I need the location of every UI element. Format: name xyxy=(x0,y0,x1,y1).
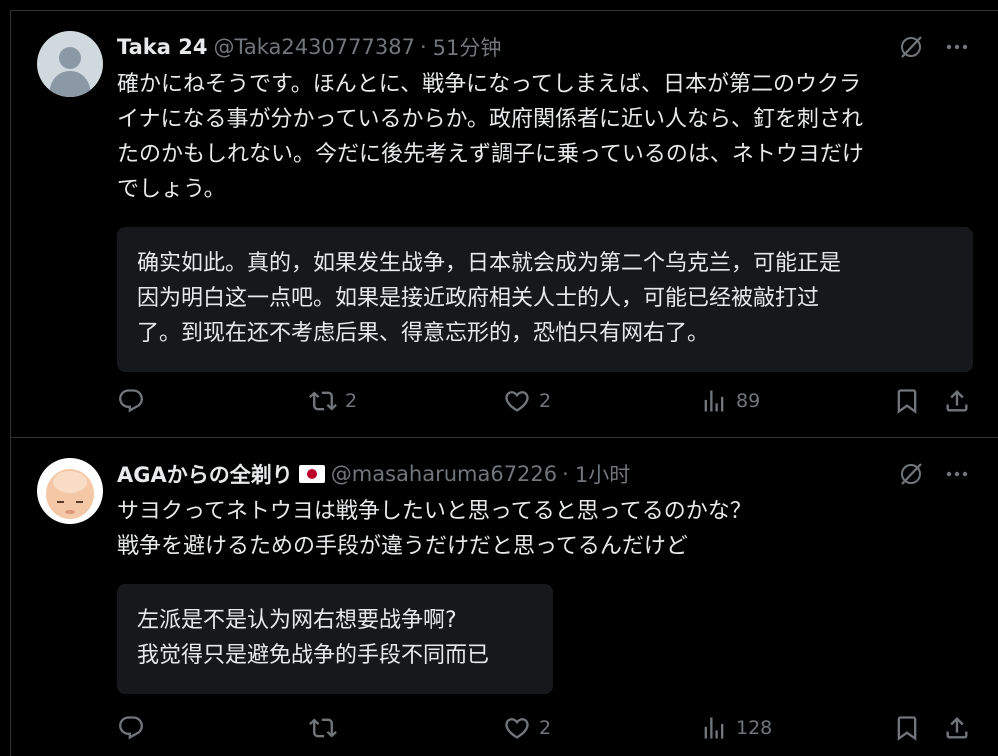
post[interactable]: AGAからの全剃り @masaharuma67226 · 1小时 サヨクってネト… xyxy=(11,438,998,756)
bookmark-icon xyxy=(897,716,917,741)
separator: · xyxy=(562,462,569,486)
timestamp[interactable]: 1小时 xyxy=(575,459,630,489)
like-count: 2 xyxy=(539,717,552,739)
reply-icon xyxy=(119,716,143,740)
views-button[interactable]: 89 xyxy=(700,387,760,415)
heart-icon xyxy=(505,718,529,739)
share-button[interactable] xyxy=(943,387,971,415)
more-options-icon[interactable] xyxy=(944,461,970,487)
reply-icon xyxy=(119,389,143,413)
repost-button[interactable] xyxy=(309,714,345,742)
bookmark-button[interactable] xyxy=(893,714,921,742)
analytics-icon xyxy=(704,390,724,412)
repost-button[interactable]: 2 xyxy=(309,387,357,415)
bookmark-icon xyxy=(897,389,917,414)
bookmark-button[interactable] xyxy=(893,387,921,415)
share-icon xyxy=(946,717,968,739)
author-handle[interactable]: @Taka2430777387 xyxy=(213,35,415,59)
avatar[interactable] xyxy=(37,31,103,97)
translation-box: 确实如此。真的，如果发生战争，日本就会成为第二个乌克兰，可能正是 因为明白这一点… xyxy=(117,227,973,372)
action-bar: 2 2 89 xyxy=(117,381,972,421)
like-button[interactable]: 2 xyxy=(503,387,551,415)
reply-button[interactable] xyxy=(117,387,145,415)
repost-icon xyxy=(309,718,337,738)
action-bar: 2 128 xyxy=(117,708,972,748)
timestamp[interactable]: 51分钟 xyxy=(433,32,502,62)
japan-flag-icon xyxy=(298,465,325,483)
repost-icon xyxy=(309,391,337,411)
heart-icon xyxy=(505,391,529,412)
post[interactable]: Taka 24 @Taka2430777387 · 51分钟 確かにねそうです。… xyxy=(11,11,998,438)
share-button[interactable] xyxy=(943,714,971,742)
separator: · xyxy=(419,35,427,59)
views-button[interactable]: 128 xyxy=(700,714,772,742)
author-name[interactable]: Taka 24 xyxy=(117,35,207,59)
author-name[interactable]: AGAからの全剃り xyxy=(117,459,293,489)
share-icon xyxy=(946,390,968,412)
grok-icon[interactable] xyxy=(898,34,924,60)
view-count: 89 xyxy=(736,390,761,412)
post-text: サヨクってネトウヨは戦争したいと思ってると思ってるのかな？ 戦争を避けるための手… xyxy=(117,499,752,559)
grok-icon[interactable] xyxy=(898,461,924,487)
view-count: 128 xyxy=(736,717,773,739)
author-handle[interactable]: @masaharuma67226 xyxy=(331,462,557,486)
avatar[interactable] xyxy=(37,458,103,524)
post-text: 確かにねそうです。ほんとに、戦争になってしまえば、日本が第二のウクラ イナになる… xyxy=(117,72,864,202)
more-options-icon[interactable] xyxy=(944,34,970,60)
default-profile-icon xyxy=(37,31,103,97)
translation-box: 左派是不是认为网右想要战争啊? 我觉得只是避免战争的手段不同而已 xyxy=(117,584,553,694)
analytics-icon xyxy=(704,717,724,739)
like-button[interactable]: 2 xyxy=(503,714,551,742)
repost-count: 2 xyxy=(345,390,358,412)
bald-head-avatar-icon xyxy=(37,458,103,524)
like-count: 2 xyxy=(539,390,552,412)
reply-button[interactable] xyxy=(117,714,145,742)
